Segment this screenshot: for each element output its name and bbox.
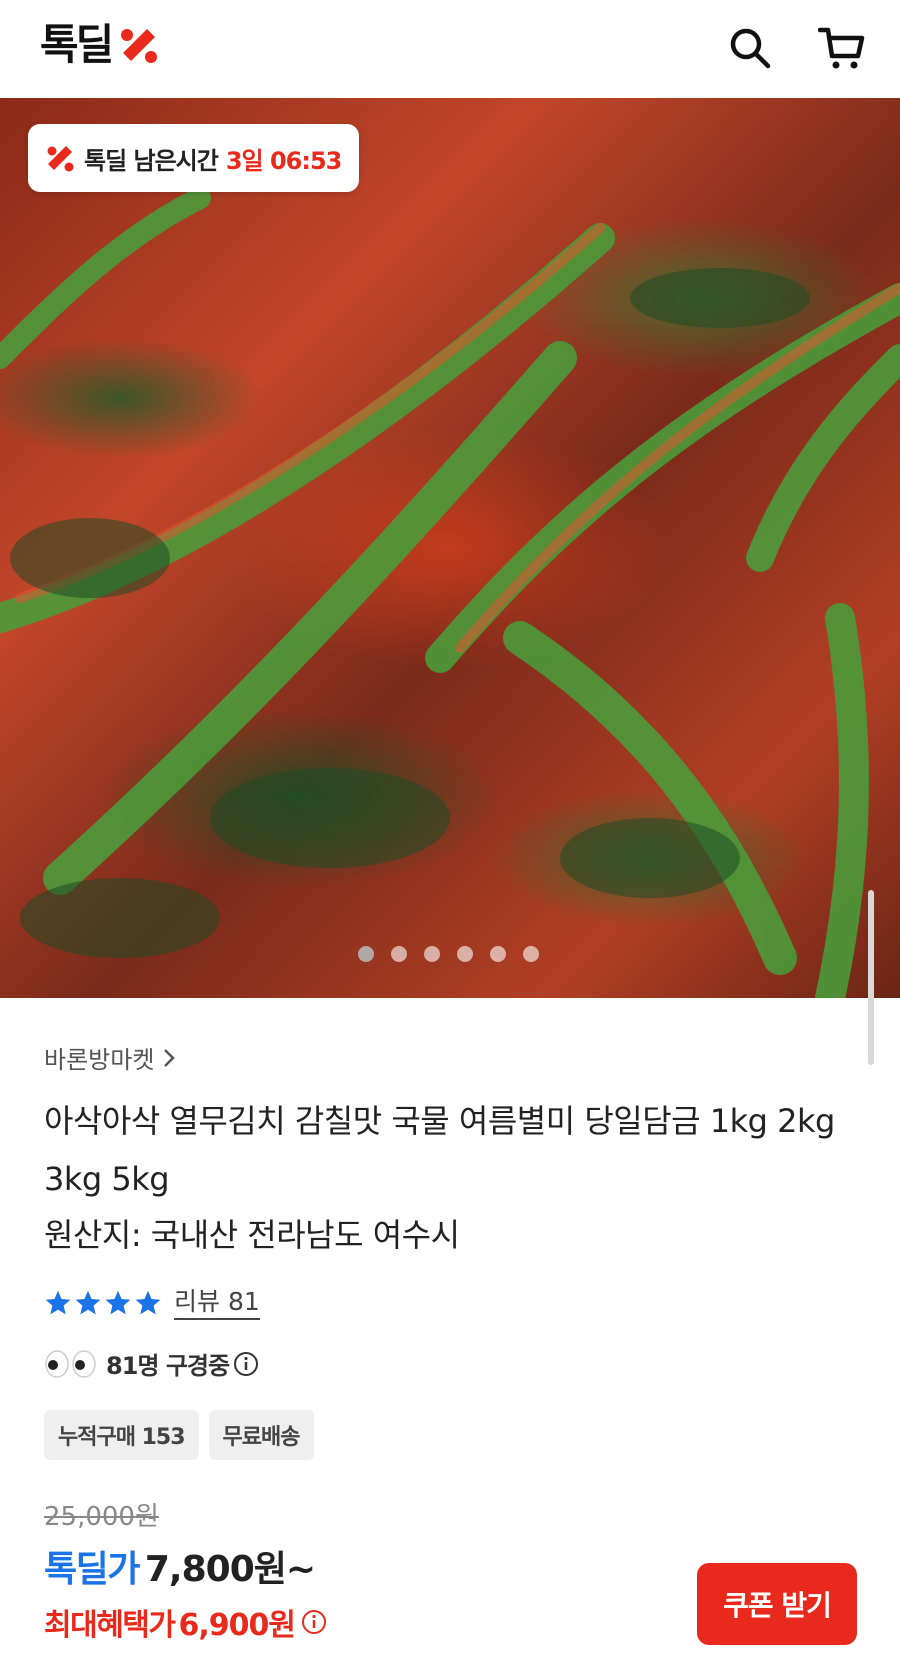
- timer-value: 3일 06:53: [225, 146, 343, 175]
- product-title: 아삭아삭 열무김치 감칠맛 국물 여름별미 당일담금 1kg 2kg 3kg 5…: [44, 1102, 835, 1198]
- eyes-icon: [45, 1349, 96, 1378]
- logo-text: 톡딜: [40, 20, 114, 69]
- percent-logo-icon: [121, 29, 158, 63]
- timer-label: 톡딜 남은시간: [84, 146, 219, 175]
- star-rating: [44, 1289, 164, 1317]
- search-icon: [730, 28, 771, 69]
- star-icon: [135, 1290, 161, 1315]
- watching-count: 81명 구경중: [106, 1352, 230, 1380]
- talkdeal-logo[interactable]: 톡딜: [40, 20, 161, 70]
- percent-icon: [47, 146, 74, 172]
- badge-list: 누적구매 153 무료배송: [44, 1410, 314, 1460]
- star-icon: [45, 1290, 71, 1315]
- max-benefit-row: 최대혜택가 6,900원: [44, 1600, 327, 1644]
- info-icon[interactable]: [233, 1351, 259, 1377]
- review-link[interactable]: 리뷰 81: [174, 1286, 260, 1320]
- app-header: 톡딜: [0, 0, 900, 98]
- info-icon[interactable]: [301, 1609, 327, 1635]
- original-price: 25,000원: [44, 1502, 159, 1532]
- carousel-dot[interactable]: [490, 946, 506, 962]
- cart-icon: [817, 27, 865, 69]
- carousel-indicator: [358, 946, 539, 962]
- carousel-dot[interactable]: [457, 946, 473, 962]
- carousel-dot[interactable]: [391, 946, 407, 962]
- purchase-count-badge: 누적구매 153: [44, 1410, 199, 1460]
- get-coupon-button[interactable]: 쿠폰 받기: [697, 1563, 857, 1645]
- carousel-dot[interactable]: [523, 946, 539, 962]
- chevron-right-icon: [164, 1048, 176, 1067]
- product-photo: [0, 187, 900, 998]
- deal-price-label: 톡딜가: [44, 1549, 140, 1590]
- carousel-dot[interactable]: [424, 946, 440, 962]
- star-icon: [75, 1290, 101, 1315]
- max-benefit-price: 6,900원: [178, 1608, 296, 1643]
- seller-name: 바론방마켓: [44, 1046, 155, 1074]
- watching-row: 81명 구경중: [44, 1346, 259, 1381]
- cart-button[interactable]: [817, 24, 866, 72]
- seller-link[interactable]: 바론방마켓: [44, 1040, 176, 1075]
- deal-price-row: 톡딜가 7,800원~: [44, 1540, 316, 1592]
- search-button[interactable]: [726, 24, 774, 72]
- carousel-dot[interactable]: [358, 946, 374, 962]
- star-icon: [105, 1290, 131, 1315]
- free-shipping-badge: 무료배송: [208, 1410, 314, 1460]
- scrollbar[interactable]: [868, 890, 874, 1065]
- product-image-carousel[interactable]: [0, 98, 900, 998]
- deal-price: 7,800원~: [144, 1549, 316, 1590]
- rating-row[interactable]: 리뷰 81: [44, 1286, 260, 1320]
- product-origin: 원산지: 국내산 전라남도 여수시: [44, 1216, 460, 1254]
- deal-timer-badge: 톡딜 남은시간 3일 06:53: [28, 124, 360, 192]
- max-benefit-label: 최대혜택가: [44, 1608, 176, 1643]
